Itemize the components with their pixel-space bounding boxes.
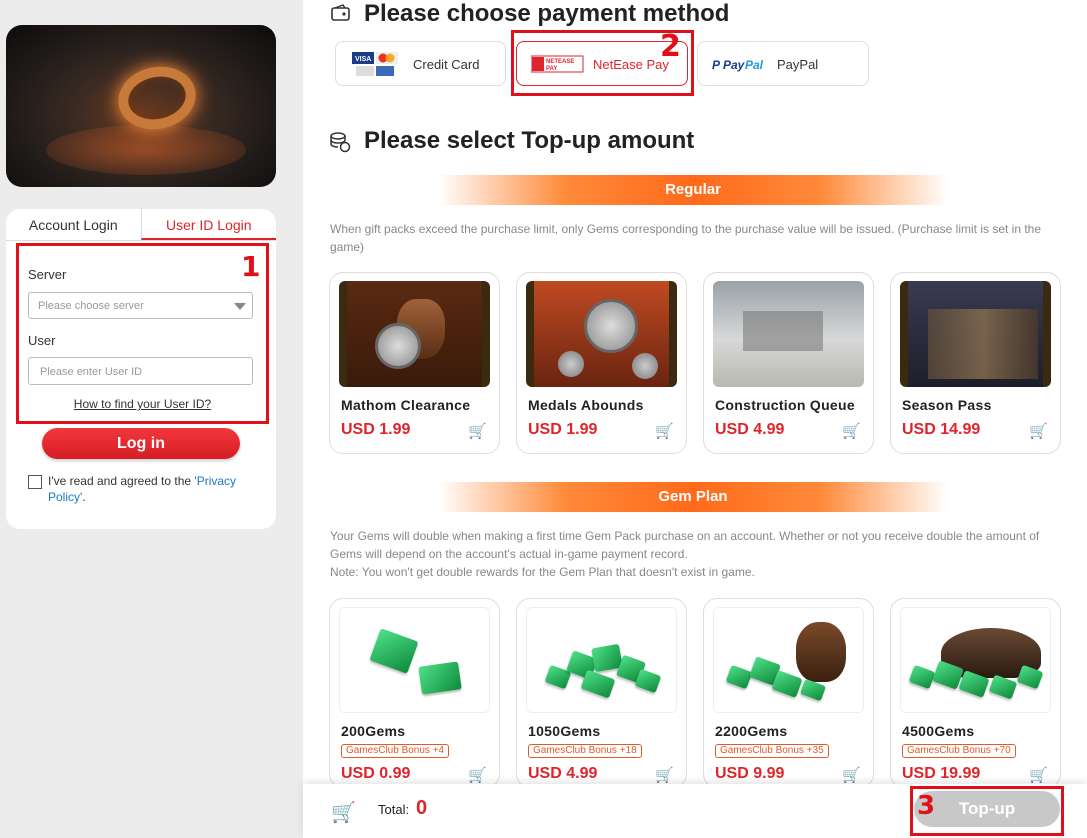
product-title: 4500Gems	[902, 723, 975, 739]
paypal-label: PayPal	[777, 57, 819, 72]
regular-banner: Regular	[438, 175, 948, 205]
annotation-box-2: 2	[511, 29, 694, 96]
product-title: Medals Abounds	[528, 397, 644, 413]
total-label: Total:	[378, 802, 410, 817]
product-card[interactable]: Construction Queue USD 4.99 🛒	[703, 272, 874, 454]
left-column: Account Login User ID Login 1 Server Ple…	[0, 0, 300, 838]
product-price: USD 4.99	[528, 765, 598, 782]
product-price: USD 4.99	[715, 421, 785, 438]
product-card[interactable]: Mathom Clearance USD 1.99 🛒	[329, 272, 500, 454]
payment-heading: Please choose payment method	[364, 0, 730, 27]
product-title: 1050Gems	[528, 723, 601, 739]
product-card[interactable]: 4500Gems GamesClub Bonus +70 USD 19.99 🛒	[890, 598, 1061, 788]
product-title: Mathom Clearance	[341, 397, 471, 413]
product-title: Construction Queue	[715, 397, 855, 413]
wallet-icon	[331, 4, 351, 27]
gem-plan-note-1: Your Gems will double when making a firs…	[330, 529, 1040, 561]
login-button[interactable]: Log in	[42, 428, 240, 459]
checkout-bar: 🛒 Total: 0 Top-up 3	[303, 784, 1087, 838]
tab-user-id-login[interactable]: User ID Login	[140, 209, 276, 240]
bonus-badge: GamesClub Bonus +18	[528, 744, 642, 758]
gems-1050-image	[526, 607, 677, 713]
cart-icon[interactable]: 🛒	[468, 766, 487, 784]
gems-2200-image	[713, 607, 864, 713]
gem-plan-note-2: Note: You won't get double rewards for t…	[330, 565, 755, 579]
payment-option-paypal[interactable]: P Pay Pal PayPal	[697, 41, 869, 86]
product-card[interactable]: 1050Gems GamesClub Bonus +18 USD 4.99 🛒	[516, 598, 687, 788]
cart-icon[interactable]: 🛒	[1029, 766, 1048, 784]
product-card[interactable]: Season Pass USD 14.99 🛒	[890, 272, 1061, 454]
gems-200-image	[339, 607, 490, 713]
credit-card-logo-icon: VISA	[352, 50, 400, 80]
how-to-find-user-id-link[interactable]: How to find your User ID?	[19, 397, 266, 411]
regular-note: When gift packs exceed the purchase limi…	[330, 222, 1042, 254]
agree-end: .	[82, 490, 86, 504]
banner-glow	[46, 125, 246, 175]
cart-icon[interactable]: 🛒	[655, 422, 674, 440]
product-title: Season Pass	[902, 397, 992, 413]
privacy-agreement: I've read and agreed to the 'Privacy Pol…	[28, 473, 258, 505]
bonus-badge: GamesClub Bonus +35	[715, 744, 829, 758]
tab-account-login[interactable]: Account Login	[6, 209, 141, 240]
product-title: 200Gems	[341, 723, 406, 739]
mathom-clearance-image	[339, 281, 490, 387]
user-id-input[interactable]: Please enter User ID	[28, 357, 253, 385]
product-price: USD 0.99	[341, 765, 411, 782]
server-select[interactable]: Please choose server	[28, 292, 253, 319]
gem-plan-note: Your Gems will double when making a firs…	[330, 527, 1065, 581]
cart-icon: 🛒	[331, 802, 356, 824]
login-card: Account Login User ID Login 1 Server Ple…	[6, 209, 276, 529]
product-price: USD 1.99	[528, 421, 598, 438]
product-price: USD 14.99	[902, 421, 981, 438]
server-placeholder: Please choose server	[38, 300, 144, 312]
cart-icon[interactable]: 🛒	[468, 422, 487, 440]
agree-text: I've read and agreed to the	[48, 474, 195, 488]
cart-icon[interactable]: 🛒	[1029, 422, 1048, 440]
svg-text:VISA: VISA	[355, 56, 371, 63]
svg-text:Pal: Pal	[745, 58, 764, 72]
main-panel: Please choose payment method VISA Credit…	[303, 0, 1087, 838]
server-label: Server	[28, 267, 67, 282]
annotation-box-1: 1 Server Please choose server User Pleas…	[16, 243, 269, 424]
credit-card-label: Credit Card	[413, 57, 480, 72]
user-label: User	[28, 333, 56, 348]
cart-icon[interactable]: 🛒	[842, 766, 861, 784]
product-price: USD 19.99	[902, 765, 981, 782]
annotation-number-1: 1	[241, 250, 261, 283]
product-card[interactable]: Medals Abounds USD 1.99 🛒	[516, 272, 687, 454]
annotation-number-3: 3	[917, 791, 936, 821]
product-price: USD 1.99	[341, 421, 411, 438]
agree-text-block: I've read and agreed to the 'Privacy Pol…	[28, 473, 258, 505]
construction-queue-image	[713, 281, 864, 387]
cart-icon[interactable]: 🛒	[655, 766, 674, 784]
topup-heading: Please select Top-up amount	[364, 127, 695, 154]
cart-icon[interactable]: 🛒	[842, 422, 861, 440]
paypal-logo-icon: P Pay Pal	[712, 56, 770, 77]
total-value: 0	[416, 797, 428, 819]
gems-4500-image	[900, 607, 1051, 713]
bonus-badge: GamesClub Bonus +70	[902, 744, 1016, 758]
game-banner-image	[6, 25, 276, 187]
medals-abounds-image	[526, 281, 677, 387]
product-title: 2200Gems	[715, 723, 788, 739]
annotation-number-2: 2	[660, 29, 681, 64]
gem-plan-banner: Gem Plan	[438, 482, 948, 512]
coins-icon	[329, 131, 351, 158]
bonus-badge: GamesClub Bonus +4	[341, 744, 450, 758]
agree-checkbox[interactable]	[28, 475, 42, 489]
payment-option-credit-card[interactable]: VISA Credit Card	[335, 41, 506, 86]
season-pass-image	[900, 281, 1051, 387]
svg-text:Pay: Pay	[723, 58, 746, 72]
product-price: USD 9.99	[715, 765, 785, 782]
annotation-box-3: 3	[910, 786, 1064, 836]
product-card[interactable]: 2200Gems GamesClub Bonus +35 USD 9.99 🛒	[703, 598, 874, 788]
product-card[interactable]: 200Gems GamesClub Bonus +4 USD 0.99 🛒	[329, 598, 500, 788]
chevron-down-icon	[234, 303, 246, 310]
login-tabs: Account Login User ID Login	[6, 209, 276, 241]
svg-text:P: P	[712, 58, 721, 72]
